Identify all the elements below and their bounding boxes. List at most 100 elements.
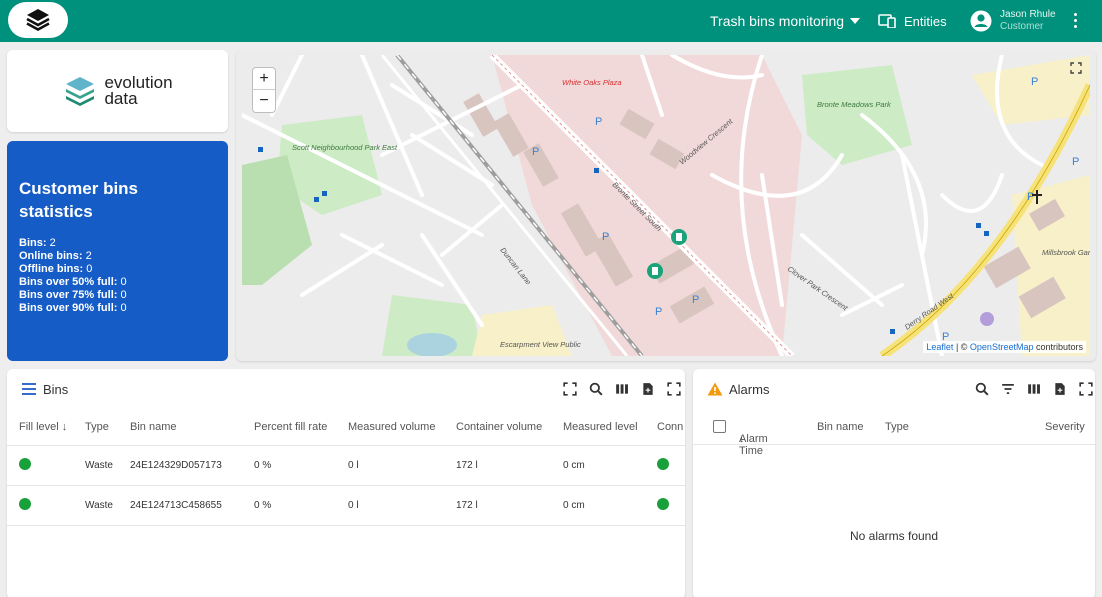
cell-bin-name: 24E124713C458655 — [130, 485, 254, 526]
col-measured-volume[interactable]: Measured volume — [348, 409, 456, 446]
zoom-in-button[interactable]: + — [253, 68, 275, 90]
svg-text:P: P — [1027, 191, 1034, 203]
cell-type: Waste — [85, 485, 130, 526]
svg-text:P: P — [1031, 76, 1038, 88]
svg-text:Escarpment View Public: Escarpment View Public — [500, 340, 581, 349]
cell-container-volume: 172 l — [456, 485, 563, 526]
col-container-volume[interactable]: Container volume — [456, 409, 563, 446]
svg-text:P: P — [532, 146, 539, 158]
cell-percent: 0 % — [254, 445, 348, 486]
user-name: Jason Rhule — [1000, 9, 1056, 20]
account-circle-icon — [970, 10, 992, 32]
svg-text:Bronte Meadows Park: Bronte Meadows Park — [817, 100, 892, 109]
columns-icon[interactable] — [1027, 382, 1041, 396]
evolution-data-logo-icon — [66, 77, 95, 106]
expand-icon[interactable] — [563, 382, 577, 396]
stat-item: Bins over 75% full: 0 — [19, 289, 127, 301]
svg-text:P: P — [602, 231, 609, 243]
stat-item: Bins: 2 — [19, 237, 56, 249]
arrow-down-icon: ↓ — [61, 420, 68, 433]
col-connection[interactable]: Conn — [657, 409, 685, 446]
cell-percent: 0 % — [254, 485, 348, 526]
stat-item: Online bins: 2 — [19, 250, 92, 262]
svg-text:Millsbrook Gardens: Millsbrook Gardens — [1042, 248, 1090, 257]
col-type[interactable]: Type — [885, 421, 909, 433]
col-type[interactable]: Type — [85, 409, 130, 446]
user-menu[interactable]: Jason Rhule Customer — [970, 0, 1056, 42]
fullscreen-icon[interactable] — [1079, 382, 1093, 396]
entities-button[interactable]: Entities — [878, 0, 947, 42]
export-file-icon[interactable] — [641, 382, 655, 396]
cell-type: Waste — [85, 445, 130, 486]
warning-icon — [707, 382, 723, 396]
bins-widget: Bins Fill level ↓ Type Bin name Percent … — [7, 369, 685, 597]
street-map[interactable]: PPP PPP PPP White Oaks Plaza Bronte Mead… — [242, 55, 1090, 356]
caret-down-icon — [850, 18, 861, 24]
filter-icon[interactable] — [1001, 382, 1015, 396]
more-vert-icon[interactable] — [1068, 9, 1082, 31]
export-file-icon[interactable] — [1053, 382, 1067, 396]
bins-table: Fill level ↓ Type Bin name Percent fill … — [7, 409, 685, 526]
col-fill-level[interactable]: Fill level ↓ — [7, 409, 85, 446]
stats-title-line2: statistics — [19, 202, 93, 221]
brand-card: evolution data — [7, 50, 228, 132]
map-widget[interactable]: PPP PPP PPP White Oaks Plaza Bronte Mead… — [236, 50, 1096, 361]
search-icon[interactable] — [975, 382, 989, 396]
svg-text:White Oaks Plaza: White Oaks Plaza — [562, 78, 622, 87]
svg-text:P: P — [1072, 156, 1079, 168]
dashboard-selector[interactable]: Trash bins monitoring — [710, 0, 861, 42]
zoom-out-button[interactable]: − — [253, 90, 275, 112]
entities-label: Entities — [904, 13, 947, 29]
app-logo[interactable] — [8, 2, 68, 38]
stats-list: Bins: 2 Online bins: 2 Offline bins: 0 B… — [19, 237, 216, 315]
cell-container-volume: 172 l — [456, 445, 563, 486]
attribution-separator: | © — [953, 342, 970, 352]
brand-name: evolution data — [104, 74, 172, 107]
col-percent-fill-rate[interactable]: Percent fill rate — [254, 409, 348, 446]
fill-level-indicator — [19, 457, 31, 470]
col-bin-name[interactable]: Bin name — [817, 421, 863, 433]
cell-bin-name: 24E124329D057173 — [130, 445, 254, 486]
menu-icon[interactable] — [21, 383, 37, 395]
fill-level-indicator — [19, 497, 31, 510]
alarms-title: Alarms — [729, 381, 770, 397]
stat-item: Offline bins: 0 — [19, 263, 93, 275]
dashboard-title: Trash bins monitoring — [710, 13, 845, 29]
columns-icon[interactable] — [615, 382, 629, 396]
search-icon[interactable] — [589, 382, 603, 396]
connection-status-indicator — [657, 497, 669, 510]
table-row[interactable]: Waste 24E124713C458655 0 % 0 l 172 l 0 c… — [7, 485, 685, 526]
col-measured-level[interactable]: Measured level — [563, 409, 657, 446]
select-all-checkbox[interactable] — [713, 420, 726, 433]
svg-text:P: P — [595, 116, 602, 128]
stat-item: Bins over 90% full: 0 — [19, 302, 127, 314]
col-severity[interactable]: Severity — [1045, 421, 1085, 433]
map-attribution: Leaflet | © OpenStreetMap contributors — [923, 341, 1086, 353]
alarms-header: Alarms — [693, 369, 1095, 409]
cell-measured-volume: 0 l — [348, 485, 456, 526]
cell-measured-level: 0 cm — [563, 485, 657, 526]
fullscreen-icon[interactable] — [1070, 62, 1082, 74]
arrow-down-icon: ↓ — [739, 433, 745, 445]
user-role: Customer — [1000, 21, 1044, 32]
openstreetmap-link[interactable]: OpenStreetMap — [970, 342, 1034, 352]
map-zoom-control: + − — [252, 67, 276, 113]
devices-icon — [878, 14, 896, 28]
connection-status-indicator — [657, 457, 669, 470]
stat-item: Bins over 50% full: 0 — [19, 276, 127, 288]
stats-title: Customer bins statistics — [19, 177, 216, 223]
alarms-widget: Alarms Alarm Time ↓ Bin name Type Severi… — [693, 369, 1095, 597]
fullscreen-icon[interactable] — [667, 382, 681, 396]
empty-state-message: No alarms found — [849, 529, 939, 543]
layers-logo-icon — [26, 9, 50, 31]
stats-title-line1: Customer bins — [19, 179, 139, 198]
svg-text:P: P — [692, 294, 699, 306]
bins-title: Bins — [43, 381, 69, 397]
table-row[interactable]: Waste 24E124329D057173 0 % 0 l 172 l 0 c… — [7, 445, 685, 486]
svg-text:Scott Neighbourhood Park East: Scott Neighbourhood Park East — [292, 143, 398, 152]
leaflet-link[interactable]: Leaflet — [926, 342, 953, 352]
customer-bins-statistics-card: Customer bins statistics Bins: 2 Online … — [7, 141, 228, 361]
bins-header: Bins — [7, 369, 685, 409]
col-bin-name[interactable]: Bin name — [130, 409, 254, 446]
top-app-bar: Trash bins monitoring Entities Jason Rhu… — [0, 0, 1102, 42]
